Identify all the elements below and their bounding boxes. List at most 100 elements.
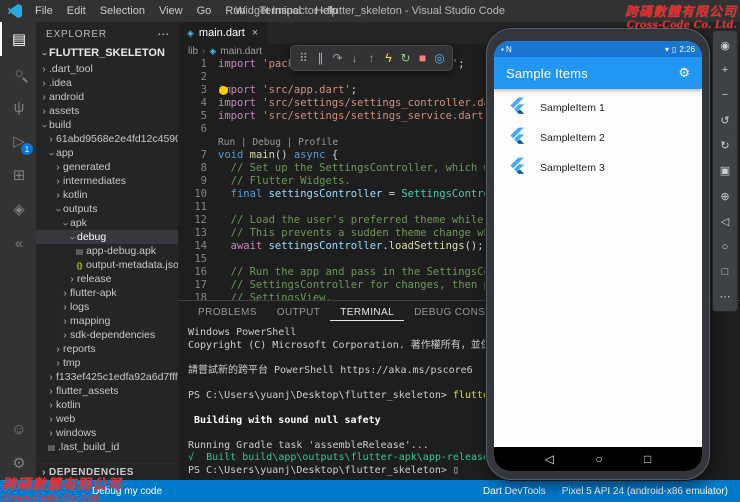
hot-reload-icon[interactable]: ϟ (380, 47, 397, 69)
nav-home-icon[interactable]: ○ (595, 452, 602, 466)
status-item-dart-devtools[interactable]: Dart DevTools (483, 486, 546, 497)
widget-inspector-icon[interactable]: ◎ (431, 47, 448, 69)
overview-icon[interactable]: □ (717, 264, 733, 280)
tree-item-app[interactable]: › app (36, 146, 178, 160)
tree-item-kotlin[interactable]: › kotlin (36, 188, 178, 202)
extensions-icon[interactable]: ⊞ (0, 158, 36, 192)
file-tree: › .dart_tool › .idea › android › assets › build › 6… (36, 62, 178, 454)
tree-item-assets[interactable]: › assets (36, 104, 178, 118)
explorer-icon[interactable]: ▤ (0, 22, 36, 56)
code-content: import 'src/settings/settings_service.da… (218, 110, 496, 122)
tree-item-flutter-apk[interactable]: › flutter-apk (36, 286, 178, 300)
tree-item-.idea[interactable]: › .idea (36, 76, 178, 90)
tree-item-reports[interactable]: › reports (36, 342, 178, 356)
line-number: 18 (194, 292, 207, 300)
tree-item-logs[interactable]: › logs (36, 300, 178, 314)
tree-item-apk[interactable]: › apk (36, 216, 178, 230)
home-icon[interactable]: ○ (717, 239, 733, 255)
chevron-right-icon: › (56, 189, 60, 201)
more-icon[interactable]: ⋯ (717, 289, 733, 305)
tree-item-tmp[interactable]: › tmp (36, 356, 178, 370)
tab-main-dart[interactable]: ◈ main.dart × (178, 22, 269, 44)
more-actions-icon[interactable]: ⋯ (157, 27, 170, 41)
dependencies-section[interactable]: › DEPENDENCIES (36, 463, 178, 480)
menu-go[interactable]: Go (190, 0, 219, 22)
settings-gear-icon[interactable]: ⚙ (0, 446, 36, 480)
step-over-icon[interactable]: ↷ (329, 47, 346, 69)
drag-handle-icon[interactable]: ⠿ (295, 47, 312, 69)
run-debug-icon[interactable]: ▷ 1 (0, 124, 36, 158)
tree-item-f133ef425c1edfa92a6d7fffa...[interactable]: ›f133ef425c1edfa92a6d7fffa... (36, 370, 178, 384)
step-out-icon[interactable]: ↑ (363, 47, 380, 69)
rotate-left-icon[interactable]: ↺ (717, 113, 733, 129)
list-item-label: SampleItem 2 (540, 132, 605, 144)
tree-item-label: generated (63, 161, 111, 173)
collapse-icon[interactable]: « (0, 226, 36, 260)
menu-selection[interactable]: Selection (93, 0, 152, 22)
tree-item-build[interactable]: › build (36, 118, 178, 132)
nav-back-icon[interactable]: ◁ (545, 452, 554, 466)
tree-item-label: logs (70, 301, 90, 313)
tree-item-mapping[interactable]: › mapping (36, 314, 178, 328)
list-item[interactable]: SampleItem 1 (494, 93, 702, 123)
restart-icon[interactable]: ↻ (397, 47, 414, 69)
tree-item-outputs[interactable]: › outputs (36, 202, 178, 216)
tree-item-sdk-dependencies[interactable]: › sdk-dependencies (36, 328, 178, 342)
tree-item-output-metadata.json[interactable]: {} output-metadata.json (36, 258, 178, 272)
tree-item-kotlin[interactable]: › kotlin (36, 398, 178, 412)
rotate-right-icon[interactable]: ↻ (717, 138, 733, 154)
line-number: 16 (194, 266, 207, 278)
list-item[interactable]: SampleItem 3 (494, 153, 702, 183)
app-bar: Sample Items ⚙ (494, 57, 702, 89)
project-root-folder[interactable]: › FLUTTER_SKELETON (36, 44, 178, 62)
panel-tab-output[interactable]: OUTPUT (267, 304, 331, 321)
tree-item-windows[interactable]: › windows (36, 426, 178, 440)
tree-item-.last_build_id[interactable]: ▤ .last_build_id (36, 440, 178, 454)
lightbulb-icon[interactable] (219, 86, 228, 95)
panel-tab-problems[interactable]: PROBLEMS (188, 304, 267, 321)
account-icon[interactable]: ☺ (0, 412, 36, 446)
menu-view[interactable]: View (152, 0, 190, 22)
test-icon[interactable]: ◈ (0, 192, 36, 226)
line-number: 13 (194, 227, 207, 239)
menu-edit[interactable]: Edit (60, 0, 93, 22)
list-item[interactable]: SampleItem 2 (494, 123, 702, 153)
stop-icon[interactable]: ■ (414, 47, 431, 69)
emulator-screen: ▪ N ▾ ▯ 2:26 Sample Items ⚙ SampleItem 1… (494, 41, 702, 471)
menu-file[interactable]: File (28, 0, 60, 22)
step-into-icon[interactable]: ↓ (346, 47, 363, 69)
volume-down-icon[interactable]: − (717, 87, 733, 103)
breadcrumb-folder[interactable]: lib (188, 46, 198, 57)
tree-item-web[interactable]: › web (36, 412, 178, 426)
close-icon[interactable]: × (252, 27, 258, 39)
volume-up-icon[interactable]: + (717, 62, 733, 78)
pause-icon[interactable]: ∥ (312, 47, 329, 69)
status-item-device-selector[interactable]: Pixel 5 API 24 (android-x86 emulator) (562, 486, 728, 497)
back-icon[interactable]: ◁ (717, 213, 733, 229)
status-item-debug-my-code[interactable]: Debug my code (92, 486, 162, 497)
tree-item-debug[interactable]: › debug (36, 230, 178, 244)
code-content: // SettingsView. (218, 292, 332, 300)
tree-item-app-debug.apk[interactable]: ▤ app-debug.apk (36, 244, 178, 258)
tree-item-flutter_assets[interactable]: › flutter_assets (36, 384, 178, 398)
source-control-icon[interactable]: ψ (0, 90, 36, 124)
tree-item-generated[interactable]: › generated (36, 160, 178, 174)
tree-item-61abd9568e2e4fd12c45908...[interactable]: ›61abd9568e2e4fd12c45908... (36, 132, 178, 146)
tree-item-android[interactable]: › android (36, 90, 178, 104)
code-lens[interactable]: Run | Debug | Profile (218, 136, 338, 149)
power-icon[interactable]: ◉ (717, 37, 733, 53)
screenshot-icon[interactable]: ▣ (717, 163, 733, 179)
nav-overview-icon[interactable]: □ (644, 452, 651, 466)
breadcrumb-file[interactable]: main.dart (220, 46, 262, 57)
zoom-icon[interactable]: ⊕ (717, 188, 733, 204)
tree-item-.dart_tool[interactable]: › .dart_tool (36, 62, 178, 76)
tree-item-label: assets (49, 105, 80, 117)
activity-bar-bottom: ☺ ⚙ (0, 412, 36, 480)
line-number (178, 136, 218, 149)
tree-item-intermediates[interactable]: › intermediates (36, 174, 178, 188)
tree-item-release[interactable]: › release (36, 272, 178, 286)
panel-tab-terminal[interactable]: TERMINAL (330, 304, 405, 321)
search-icon[interactable]: ○ (0, 56, 36, 90)
tree-item-label: kotlin (56, 399, 81, 411)
settings-gear-icon[interactable]: ⚙ (678, 65, 690, 81)
